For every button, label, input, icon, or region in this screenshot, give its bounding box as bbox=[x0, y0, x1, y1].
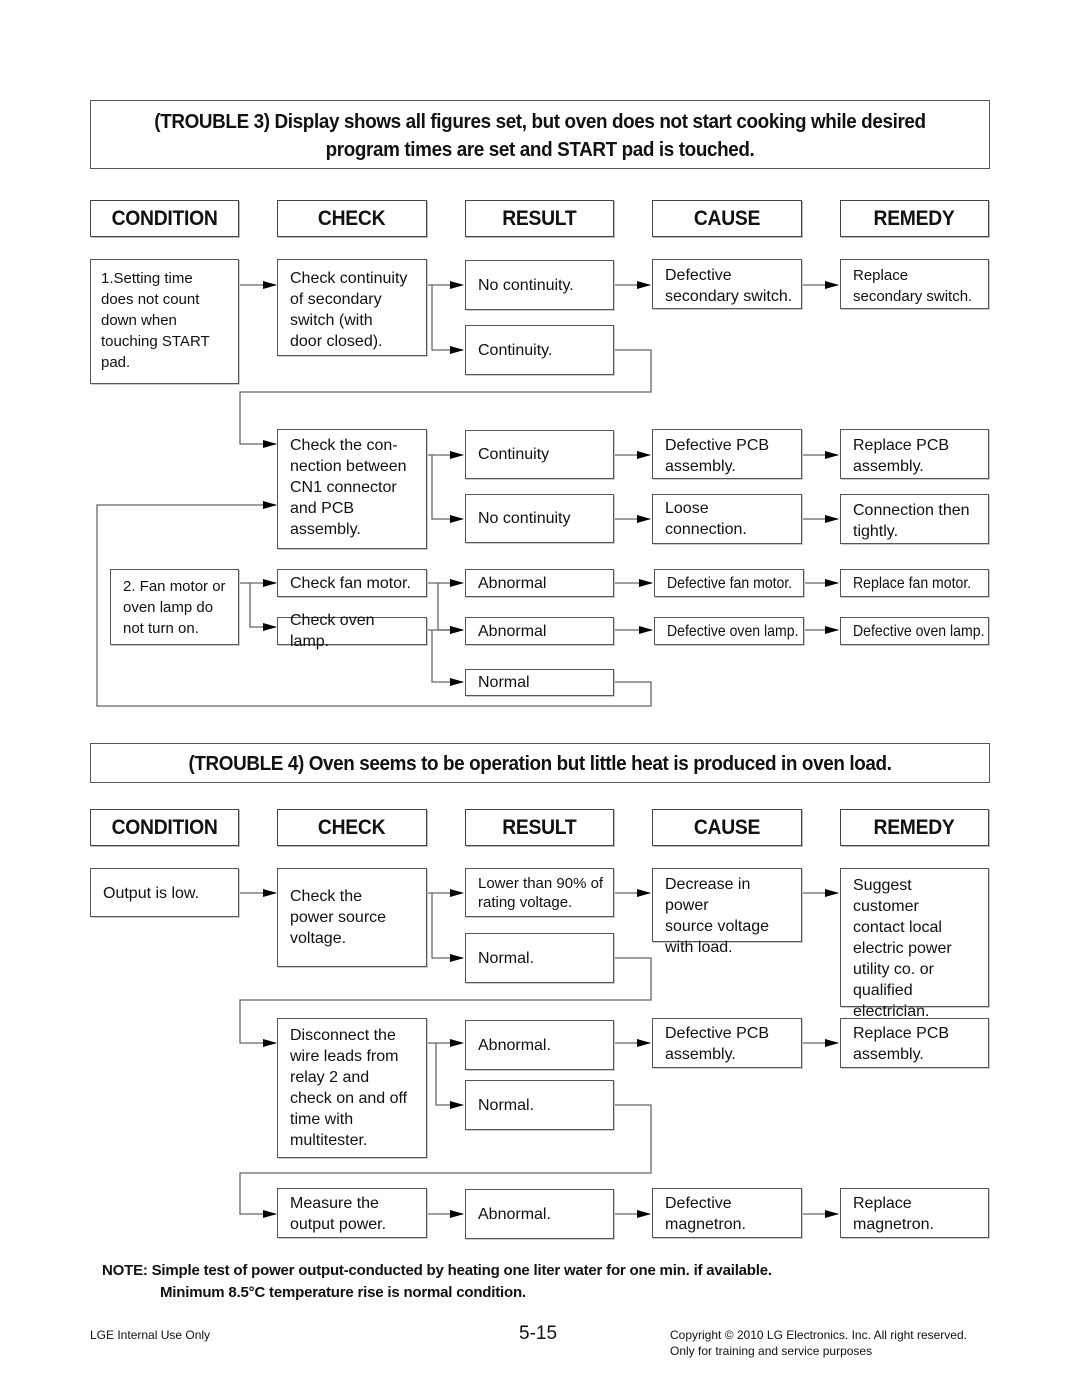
footer-training: Only for training and service purposes bbox=[670, 1344, 873, 1358]
trouble3-title-line2: program times are set and START pad is t… bbox=[325, 138, 755, 161]
arrow-fan-normal-branch bbox=[437, 583, 464, 634]
remedy-label: Defective oven lamp. bbox=[853, 622, 985, 640]
t4-check-power-source: Check the power source voltage. bbox=[277, 868, 427, 967]
t3-result-continuity: Continuity. bbox=[465, 325, 614, 375]
t4-result-abnormal-1: Abnormal. bbox=[465, 1020, 614, 1070]
arrow-t4-check1-normal bbox=[431, 893, 464, 962]
t3-result-no-continuity-2: No continuity bbox=[465, 494, 614, 543]
t3-remedy-replace-pcb: Replace PCB assembly. bbox=[840, 429, 989, 479]
arrow-check1-cont bbox=[431, 285, 464, 354]
t3-header-remedy: REMEDY bbox=[840, 200, 989, 237]
header-label: CAUSE bbox=[693, 815, 761, 839]
t4-condition-output-low: Output is low. bbox=[90, 868, 239, 917]
t4-remedy-contact-utility: Suggest customer contact local electric … bbox=[840, 868, 989, 1020]
t3-header-result: RESULT bbox=[465, 200, 614, 237]
t4-result-normal-1: Normal. bbox=[465, 933, 614, 983]
t3-result-abnormal-fan: Abnormal bbox=[465, 569, 614, 597]
cause-label: Defective fan motor. bbox=[667, 574, 793, 592]
trouble3-title-box: (TROUBLE 3) Display shows all figures se… bbox=[90, 100, 990, 169]
footer-internal-use: LGE Internal Use Only bbox=[90, 1328, 211, 1342]
header-label: RESULT bbox=[502, 206, 577, 230]
t3-result-normal: Normal bbox=[465, 669, 614, 696]
cause-label: Defective oven lamp. bbox=[667, 622, 799, 640]
t3-header-condition: CONDITION bbox=[90, 200, 239, 237]
trouble3-title-line1: (TROUBLE 3) Display shows all figures se… bbox=[154, 110, 926, 133]
arrow-lamp-normal bbox=[431, 630, 464, 686]
t4-remedy-replace-pcb: Replace PCB assembly. bbox=[840, 1018, 989, 1068]
t3-result-continuity-2: Continuity bbox=[465, 430, 614, 479]
note-line1: NOTE: Simple test of power output-conduc… bbox=[102, 1262, 772, 1279]
header-label: CONDITION bbox=[111, 815, 218, 839]
t4-remedy-replace-magnetron: Replace magnetron. bbox=[840, 1188, 989, 1238]
t3-cause-loose-connection: Loose connection. bbox=[652, 494, 802, 544]
t3-check-oven-lamp: Check oven lamp. bbox=[277, 612, 427, 650]
t4-cause-defective-magnetron: Defective magnetron. bbox=[652, 1188, 802, 1238]
t3-remedy-replace-fan-motor: Replace fan motor. bbox=[840, 569, 989, 597]
remedy-label: Replace fan motor. bbox=[853, 574, 972, 592]
page-number: 5-15 bbox=[519, 1323, 558, 1344]
t4-result-abnormal-2: Abnormal. bbox=[465, 1189, 614, 1239]
t3-remedy-defective-oven-lamp: Defective oven lamp. bbox=[840, 617, 989, 645]
t3-check-fan-motor: Check fan motor. bbox=[277, 569, 427, 597]
t4-check-measure-output: Measure the output power. bbox=[277, 1188, 427, 1238]
t3-condition-1: 1.Setting time does not count down when … bbox=[90, 259, 239, 384]
t4-header-result: RESULT bbox=[465, 809, 614, 846]
trouble4-title: (TROUBLE 4) Oven seems to be operation b… bbox=[188, 752, 892, 775]
header-label: CHECK bbox=[318, 206, 386, 230]
t3-check-secondary-switch: Check continuity of secondary switch (wi… bbox=[277, 259, 427, 356]
arrow-cond2-lamp bbox=[249, 583, 277, 631]
t4-header-cause: CAUSE bbox=[652, 809, 802, 846]
t4-header-remedy: REMEDY bbox=[840, 809, 989, 846]
t3-cause-defective-oven-lamp: Defective oven lamp. bbox=[654, 617, 804, 645]
t3-result-abnormal-lamp: Abnormal bbox=[465, 617, 614, 645]
t4-header-condition: CONDITION bbox=[90, 809, 239, 846]
header-label: CAUSE bbox=[693, 206, 761, 230]
header-label: CONDITION bbox=[111, 206, 218, 230]
t3-cause-defective-fan-motor: Defective fan motor. bbox=[654, 569, 804, 597]
header-label: REMEDY bbox=[873, 206, 955, 230]
t4-result-normal-2: Normal. bbox=[465, 1080, 614, 1130]
trouble4-title-box: (TROUBLE 4) Oven seems to be operation b… bbox=[90, 743, 990, 783]
note-line2: Minimum 8.5°C temperature rise is normal… bbox=[160, 1284, 526, 1301]
t4-check-disconnect-relay: Disconnect the wire leads from relay 2 a… bbox=[277, 1018, 427, 1158]
footer-copyright: Copyright © 2010 LG Electronics. Inc. Al… bbox=[670, 1328, 967, 1342]
header-label: RESULT bbox=[502, 815, 577, 839]
t3-remedy-connection-tightly: Connection then tightly. bbox=[840, 494, 989, 544]
header-label: REMEDY bbox=[873, 815, 955, 839]
t4-cause-defective-pcb: Defective PCB assembly. bbox=[652, 1018, 802, 1068]
arrow-check2-noncont bbox=[431, 455, 464, 523]
t3-remedy-replace-secondary-switch: Replace secondary switch. bbox=[840, 259, 989, 309]
t3-result-no-continuity: No continuity. bbox=[465, 260, 614, 310]
t3-header-check: CHECK bbox=[277, 200, 427, 237]
header-label: CHECK bbox=[318, 815, 386, 839]
t3-condition-2: 2. Fan motor or oven lamp do not turn on… bbox=[110, 569, 239, 645]
t3-check-cn1-connection: Check the con- nection between CN1 conne… bbox=[277, 429, 427, 549]
t4-cause-decrease-voltage: Decrease in power source voltage with lo… bbox=[652, 868, 802, 956]
t3-cause-defective-secondary-switch: Defective secondary switch. bbox=[652, 259, 802, 309]
t3-header-cause: CAUSE bbox=[652, 200, 802, 237]
t3-cause-defective-pcb: Defective PCB assembly. bbox=[652, 429, 802, 479]
t4-result-lower-than-90: Lower than 90% of rating voltage. bbox=[465, 868, 614, 917]
t4-header-check: CHECK bbox=[277, 809, 427, 846]
arrow-t4-check2-normal bbox=[435, 1043, 464, 1109]
